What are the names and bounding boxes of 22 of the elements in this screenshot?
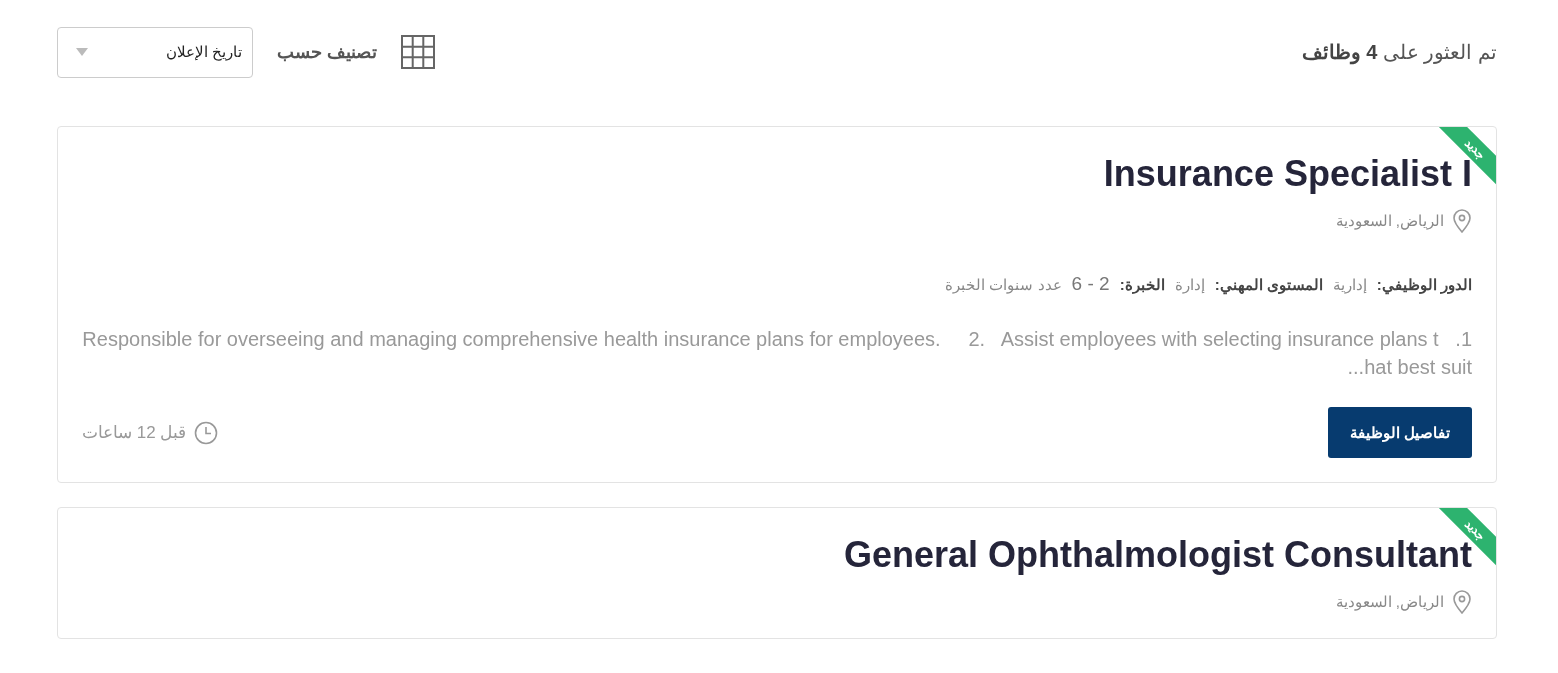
job-title[interactable]: Insurance Specialist I bbox=[82, 153, 1472, 195]
meta-value: إدارية bbox=[1332, 276, 1367, 294]
caret-icon bbox=[76, 48, 88, 56]
job-title[interactable]: General Ophthalmologist Consultant bbox=[82, 534, 1472, 576]
meta-label: الخبرة: bbox=[1119, 276, 1165, 294]
job-location: الرياض, السعودية bbox=[1335, 593, 1444, 611]
job-description: 1. Responsible for overseeing and managing comprehensive health insurance plans for employees. 2. Assist employees with selecting insurance plans that best suit... bbox=[82, 327, 1472, 380]
meta-value: إدارة bbox=[1174, 276, 1205, 294]
results-count: تم العثور على 4 وظائف bbox=[1301, 40, 1497, 64]
meta-label: الدور الوظيفي: bbox=[1376, 276, 1472, 294]
sort-dropdown[interactable]: تاريخ الإعلان bbox=[57, 26, 253, 78]
job-location: الرياض, السعودية bbox=[1335, 212, 1444, 230]
location-pin-icon bbox=[1452, 209, 1472, 233]
clock-icon bbox=[194, 420, 219, 445]
grid-view-icon[interactable] bbox=[401, 35, 435, 69]
meta-label: المستوى المهني: bbox=[1214, 276, 1323, 294]
meta-unit: عدد سنوات الخبرة bbox=[945, 276, 1062, 294]
posted-time: قبل 12 ساعات bbox=[82, 422, 187, 443]
sort-label: تصنيف حسب bbox=[277, 41, 377, 63]
location-pin-icon bbox=[1452, 590, 1472, 614]
meta-value: 2 - 6 bbox=[1071, 273, 1110, 295]
job-details-button[interactable]: تفاصيل الوظيفة bbox=[1327, 407, 1472, 458]
